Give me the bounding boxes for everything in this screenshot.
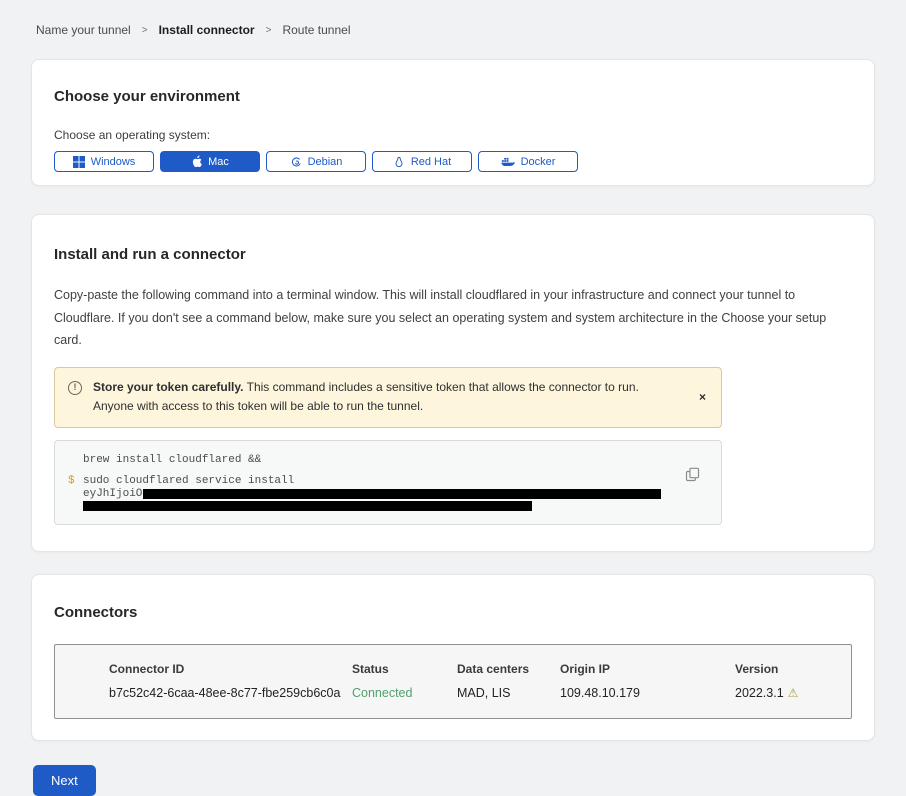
alert-circle-icon: !: [68, 381, 82, 395]
apple-icon: [191, 155, 202, 168]
breadcrumb-route-tunnel[interactable]: Route tunnel: [282, 23, 350, 37]
status-badge: Connected: [352, 686, 457, 700]
breadcrumb-name-your-tunnel[interactable]: Name your tunnel: [36, 23, 131, 37]
token-prefix: eyJhIjoiO: [83, 488, 142, 500]
close-icon[interactable]: ×: [697, 389, 708, 405]
docker-icon: [501, 156, 515, 167]
os-button-label: Red Hat: [411, 156, 451, 168]
shell-prompt: $: [68, 474, 83, 488]
install-command-codeblock: brew install cloudflared && $ sudo cloud…: [54, 440, 722, 525]
breadcrumb-install-connector[interactable]: Install connector: [159, 23, 255, 37]
os-button-debian[interactable]: Debian: [266, 151, 366, 172]
os-button-docker[interactable]: Docker: [478, 151, 578, 172]
install-description: Copy-paste the following command into a …: [54, 284, 850, 352]
os-button-label: Docker: [521, 156, 556, 168]
token-warning-banner: ! Store your token carefully. This comma…: [54, 367, 722, 429]
install-card-title: Install and run a connector: [54, 246, 852, 263]
windows-icon: [73, 156, 85, 168]
os-button-mac[interactable]: Mac: [160, 151, 260, 172]
breadcrumb-separator: >: [142, 25, 148, 36]
column-header-status: Status: [352, 662, 457, 676]
copy-icon[interactable]: [684, 467, 700, 483]
warning-bold-text: Store your token carefully.: [93, 380, 244, 394]
code-line-1: brew install cloudflared &&: [83, 453, 261, 467]
column-header-data-centers: Data centers: [457, 662, 560, 676]
breadcrumb: Name your tunnel > Install connector > R…: [0, 0, 906, 37]
connector-id-value: b7c52c42-6caa-48ee-8c77-fbe259cb6c0a: [109, 686, 352, 700]
column-header-version: Version: [735, 662, 851, 676]
os-button-label: Mac: [208, 156, 229, 168]
code-line-2: sudo cloudflared service install: [83, 474, 294, 488]
version-value: 2022.3.1⚠: [735, 686, 851, 700]
breadcrumb-separator: >: [266, 25, 272, 36]
connectors-table: Connector ID Status Data centers Origin …: [54, 644, 852, 719]
data-centers-value: MAD, LIS: [457, 686, 560, 700]
os-button-windows[interactable]: Windows: [54, 151, 154, 172]
debian-icon: [290, 156, 302, 168]
os-button-label: Windows: [91, 156, 136, 168]
connectors-table-header: Connector ID Status Data centers Origin …: [55, 662, 851, 676]
choose-environment-card: Choose your environment Choose an operat…: [31, 59, 875, 186]
next-button[interactable]: Next: [33, 765, 96, 796]
os-select-label: Choose an operating system:: [54, 128, 852, 142]
environment-card-title: Choose your environment: [54, 88, 852, 105]
os-button-redhat[interactable]: Red Hat: [372, 151, 472, 172]
os-button-label: Debian: [308, 156, 343, 168]
table-row: b7c52c42-6caa-48ee-8c77-fbe259cb6c0a Con…: [55, 676, 851, 700]
code-gutter: [68, 453, 83, 467]
install-connector-card: Install and run a connector Copy-paste t…: [31, 214, 875, 552]
redhat-icon: [393, 156, 405, 168]
origin-ip-value: 109.48.10.179: [560, 686, 735, 700]
os-button-group: Windows Mac Debian Red Hat Docker: [54, 151, 852, 172]
column-header-connector-id: Connector ID: [109, 662, 352, 676]
column-header-origin-ip: Origin IP: [560, 662, 735, 676]
warning-triangle-icon: ⚠: [788, 686, 799, 700]
connectors-card-title: Connectors: [54, 604, 852, 621]
token-redaction-bar: [143, 489, 661, 499]
token-redaction-bar: [83, 501, 532, 511]
connectors-card: Connectors Connector ID Status Data cent…: [31, 574, 875, 741]
